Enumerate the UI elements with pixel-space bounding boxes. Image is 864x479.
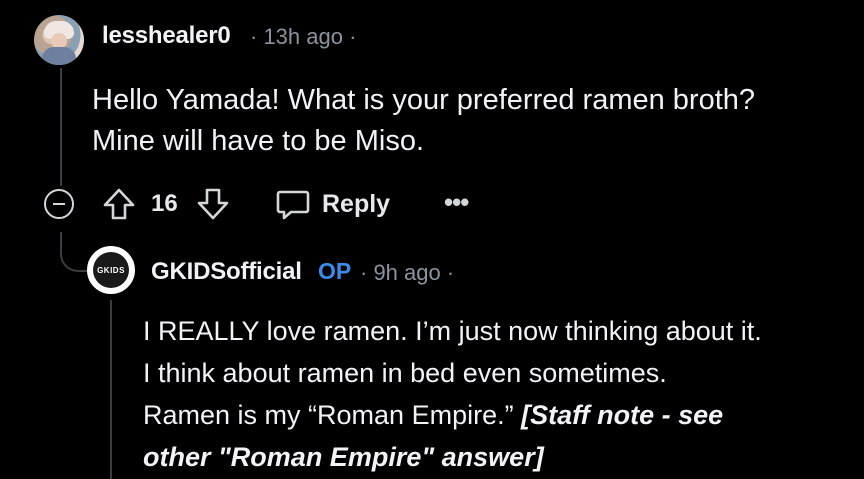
comment-body-line: Mine will have to be Miso. bbox=[92, 125, 425, 157]
comment-username[interactable]: lesshealer0 bbox=[102, 22, 231, 50]
avatar[interactable] bbox=[34, 15, 84, 65]
staff-note: other "Roman Empire" answer] bbox=[143, 442, 544, 472]
comment-body-line: Hello Yamada! What is your preferred ram… bbox=[92, 84, 756, 116]
op-badge: OP bbox=[318, 258, 352, 284]
reply-button[interactable]: Reply bbox=[322, 190, 390, 219]
avatar[interactable]: GKIDS bbox=[87, 246, 135, 294]
reply-body: I REALLY love ramen. I’m just now thinki… bbox=[143, 310, 855, 478]
thread-line-reply bbox=[110, 300, 112, 479]
more-options-button[interactable]: ••• bbox=[444, 187, 469, 218]
reply-username[interactable]: GKIDSofficial bbox=[151, 258, 302, 286]
upvote-icon[interactable] bbox=[102, 186, 136, 222]
staff-note: [Staff note - see bbox=[521, 400, 724, 430]
vote-score: 16 bbox=[151, 190, 178, 217]
comment-body: Hello Yamada! What is your preferred ram… bbox=[92, 80, 852, 162]
reply-body-line: I REALLY love ramen. I’m just now thinki… bbox=[143, 316, 762, 346]
comment-timestamp: · 13h ago · bbox=[250, 24, 357, 49]
avatar-text: GKIDS bbox=[93, 252, 129, 288]
downvote-icon[interactable] bbox=[196, 186, 230, 222]
reply-body-line: Ramen is my “Roman Empire.” [Staff note … bbox=[143, 394, 855, 436]
reply-icon[interactable] bbox=[275, 186, 311, 222]
thread-line bbox=[60, 68, 62, 186]
reply-body-line: I think about ramen in bed even sometime… bbox=[143, 358, 667, 388]
collapse-thread-button[interactable] bbox=[44, 189, 74, 219]
reply-body-text: Ramen is my “Roman Empire.” bbox=[143, 400, 522, 430]
reply-timestamp: · 9h ago · bbox=[360, 260, 455, 285]
